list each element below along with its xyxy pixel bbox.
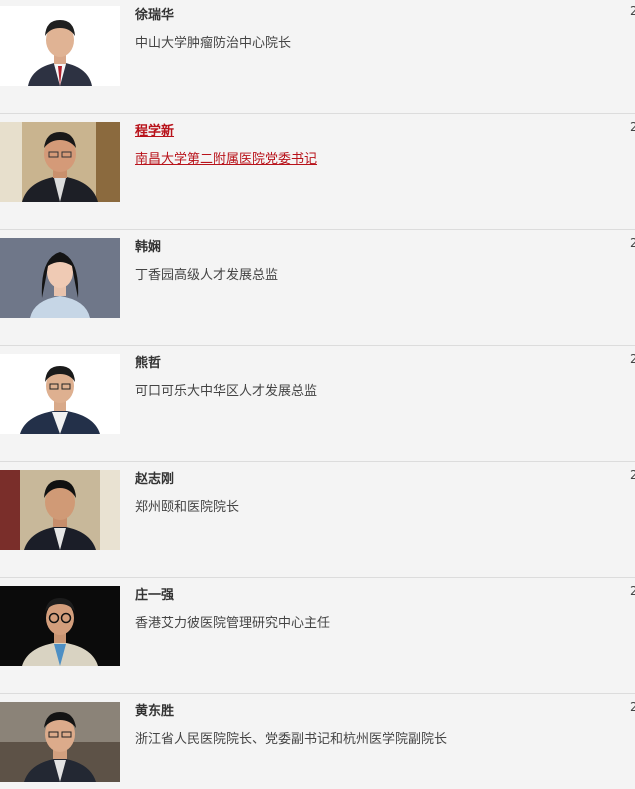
speaker-photo[interactable] <box>0 6 120 86</box>
speaker-name[interactable]: 韩娴 <box>135 236 161 255</box>
speaker-title[interactable]: 南昌大学第二附属医院党委书记 <box>135 148 317 167</box>
clipped-date-fragment: 2 <box>630 352 635 366</box>
clipped-date-fragment: 2 <box>630 4 635 18</box>
list-item: 庄一强 香港艾力彼医院管理研究中心主任 2 <box>0 578 635 694</box>
clipped-date-fragment: 2 <box>630 584 635 598</box>
clipped-date-fragment: 2 <box>630 236 635 250</box>
speaker-title[interactable]: 浙江省人民医院院长、党委副书记和杭州医学院副院长 <box>135 728 447 747</box>
portrait-image <box>0 122 120 202</box>
speaker-name[interactable]: 庄一强 <box>135 584 174 603</box>
speaker-title[interactable]: 香港艾力彼医院管理研究中心主任 <box>135 612 330 631</box>
speaker-name[interactable]: 徐瑞华 <box>135 4 174 23</box>
list-item: 徐瑞华 中山大学肿瘤防治中心院长 2 <box>0 0 635 114</box>
speaker-title[interactable]: 丁香园高级人才发展总监 <box>135 264 278 283</box>
clipped-date-fragment: 2 <box>630 468 635 482</box>
speaker-name[interactable]: 熊哲 <box>135 352 161 371</box>
portrait-image <box>0 238 120 318</box>
speaker-title[interactable]: 郑州颐和医院院长 <box>135 496 239 515</box>
list-item: 熊哲 可口可乐大中华区人才发展总监 2 <box>0 346 635 462</box>
speaker-photo[interactable] <box>0 470 120 550</box>
list-item: 黄东胜 浙江省人民医院院长、党委副书记和杭州医学院副院长 2 <box>0 694 635 789</box>
speaker-photo[interactable] <box>0 354 120 434</box>
speaker-name[interactable]: 程学新 <box>135 120 174 139</box>
speaker-name[interactable]: 黄东胜 <box>135 700 174 719</box>
portrait-image <box>0 702 120 782</box>
speaker-photo[interactable] <box>0 586 120 666</box>
portrait-image <box>0 6 120 86</box>
speaker-photo[interactable] <box>0 702 120 782</box>
portrait-image <box>0 354 120 434</box>
speaker-title[interactable]: 中山大学肿瘤防治中心院长 <box>135 32 291 51</box>
list-item: 韩娴 丁香园高级人才发展总监 2 <box>0 230 635 346</box>
speaker-name[interactable]: 赵志刚 <box>135 468 174 487</box>
list-item: 赵志刚 郑州颐和医院院长 2 <box>0 462 635 578</box>
speaker-photo[interactable] <box>0 122 120 202</box>
speaker-photo[interactable] <box>0 238 120 318</box>
portrait-image <box>0 586 120 666</box>
clipped-date-fragment: 2 <box>630 700 635 714</box>
list-item: 程学新 南昌大学第二附属医院党委书记 2 <box>0 114 635 230</box>
portrait-image <box>0 470 120 550</box>
speaker-list: 徐瑞华 中山大学肿瘤防治中心院长 2 程学新 南昌大学第二附属医院党委书记 2 <box>0 0 635 789</box>
clipped-date-fragment: 2 <box>630 120 635 134</box>
speaker-title[interactable]: 可口可乐大中华区人才发展总监 <box>135 380 317 399</box>
